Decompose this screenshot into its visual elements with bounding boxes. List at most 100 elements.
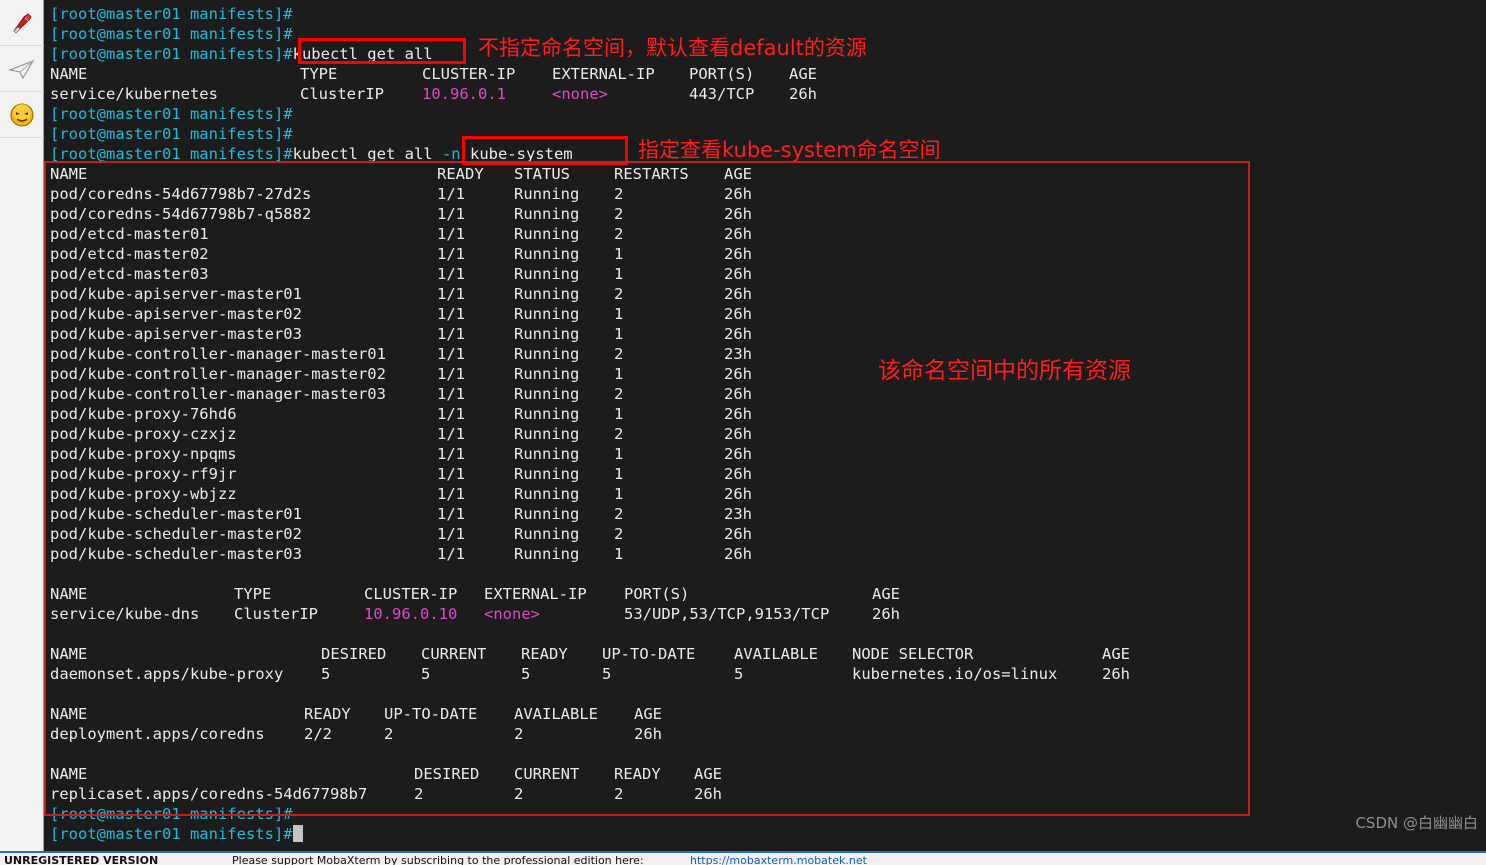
col-ready: READY bbox=[437, 165, 484, 183]
deployment-header-uptodate: UP-TO-DATE bbox=[384, 704, 477, 724]
terminal-line: [root@master01 manifests]# bbox=[50, 4, 293, 24]
prompt-hash: # bbox=[283, 105, 293, 123]
pod-restarts: 1 bbox=[614, 405, 624, 423]
col-ports: PORT(S) bbox=[624, 585, 690, 603]
service-external-ip: <none> bbox=[552, 85, 608, 103]
service-header-type: TYPE bbox=[234, 584, 271, 604]
table-row: 2 bbox=[614, 504, 623, 524]
pod-name: pod/kube-proxy-czxjz bbox=[50, 425, 237, 443]
col-name: NAME bbox=[50, 585, 88, 603]
service-row-type: ClusterIP bbox=[234, 604, 318, 624]
col-cluster-ip: CLUSTER-IP bbox=[364, 585, 458, 603]
col-age: AGE bbox=[789, 65, 817, 83]
replicaset-name: replicaset.apps/coredns-54d67798b7 bbox=[50, 785, 368, 803]
table-row: pod/kube-scheduler-master03 bbox=[50, 544, 302, 564]
table-row: 1/1 bbox=[437, 484, 465, 504]
replicaset-row-desired: 2 bbox=[414, 784, 423, 804]
prompt-hash: # bbox=[283, 45, 293, 63]
pod-name: pod/kube-proxy-76hd6 bbox=[50, 405, 237, 423]
deployment-name: deployment.apps/coredns bbox=[50, 725, 265, 743]
command-kubectl-get-all: kubectl get all bbox=[292, 45, 433, 63]
pod-restarts: 2 bbox=[614, 205, 624, 223]
terminal-output[interactable]: [root@master01 manifests]# [root@master0… bbox=[44, 0, 1486, 851]
send-icon[interactable] bbox=[0, 46, 44, 92]
pod-ready: 1/1 bbox=[437, 225, 465, 243]
service-row-age: 26h bbox=[872, 604, 900, 624]
daemonset-row-name: daemonset.apps/kube-proxy bbox=[50, 664, 283, 684]
pod-restarts: 1 bbox=[614, 325, 624, 343]
col-external-ip: EXTERNAL-IP bbox=[484, 585, 587, 603]
daemonset-age: 26h bbox=[1102, 665, 1130, 683]
table-row: 1/1 bbox=[437, 404, 465, 424]
table-row: 1 bbox=[614, 244, 623, 264]
annotation-note-3: 该命名空间中的所有资源 bbox=[878, 358, 1131, 384]
table-row: 26h bbox=[724, 304, 752, 324]
table-row: pod/kube-scheduler-master01 bbox=[50, 504, 302, 524]
table-row: 1/1 bbox=[437, 344, 465, 364]
shell-prompt: [root@master01 manifests] bbox=[50, 825, 284, 843]
smiley-icon[interactable] bbox=[0, 92, 44, 138]
terminal-active-line[interactable]: [root@master01 manifests]# bbox=[50, 824, 303, 844]
terminal-line: [root@master01 manifests]# bbox=[50, 104, 293, 124]
table-row: Running bbox=[514, 224, 579, 244]
col-name: NAME bbox=[50, 65, 88, 83]
pod-age: 26h bbox=[724, 545, 752, 563]
pod-age: 26h bbox=[724, 325, 752, 343]
text-cursor bbox=[292, 825, 303, 842]
table-row: pod/coredns-54d67798b7-27d2s bbox=[50, 184, 311, 204]
table-row: Running bbox=[514, 524, 579, 544]
col-name: NAME bbox=[50, 765, 88, 783]
default-service-row: service/kubernetes bbox=[50, 84, 218, 104]
service-ports: 53/UDP,53/TCP,9153/TCP bbox=[624, 605, 830, 623]
table-row: 1 bbox=[614, 484, 623, 504]
table-row: Running bbox=[514, 204, 579, 224]
tools-icon[interactable] bbox=[0, 0, 44, 46]
pod-name: pod/kube-apiserver-master02 bbox=[50, 305, 302, 323]
terminal-line: [root@master01 manifests]# bbox=[50, 804, 293, 824]
default-service-header-clusterip: CLUSTER-IP bbox=[422, 64, 515, 84]
pod-name: pod/coredns-54d67798b7-q5882 bbox=[50, 205, 312, 223]
daemonset-header-uptodate: UP-TO-DATE bbox=[602, 644, 695, 664]
table-row: 2 bbox=[614, 424, 623, 444]
table-row: Running bbox=[514, 544, 579, 564]
daemonset-available: 5 bbox=[734, 665, 744, 683]
table-row: Running bbox=[514, 444, 579, 464]
pod-status: Running bbox=[514, 285, 580, 303]
pod-age: 26h bbox=[724, 425, 752, 443]
col-age: AGE bbox=[724, 165, 752, 183]
annotation-note-1: 不指定命名空间，默认查看default的资源 bbox=[478, 36, 867, 60]
table-row: 2 bbox=[614, 184, 623, 204]
table-row: 1 bbox=[614, 304, 623, 324]
table-row: pod/kube-scheduler-master02 bbox=[50, 524, 302, 544]
pod-name: pod/etcd-master02 bbox=[50, 245, 209, 263]
col-name: NAME bbox=[50, 705, 88, 723]
col-desired: DESIRED bbox=[414, 765, 480, 783]
replicaset-ready: 2 bbox=[614, 785, 624, 803]
replicaset-row-name: replicaset.apps/coredns-54d67798b7 bbox=[50, 784, 367, 804]
table-row: Running bbox=[514, 344, 579, 364]
pod-ready: 1/1 bbox=[437, 365, 465, 383]
shell-prompt: [root@master01 manifests] bbox=[50, 45, 284, 63]
table-row: 2 bbox=[614, 524, 623, 544]
table-row: 1/1 bbox=[437, 364, 465, 384]
col-type: TYPE bbox=[234, 585, 272, 603]
table-row: pod/etcd-master01 bbox=[50, 224, 209, 244]
pod-status: Running bbox=[514, 185, 580, 203]
table-row: pod/kube-proxy-czxjz bbox=[50, 424, 237, 444]
replicaset-age: 26h bbox=[694, 785, 722, 803]
col-available: AVAILABLE bbox=[734, 645, 818, 663]
pod-restarts: 2 bbox=[614, 385, 624, 403]
daemonset-row-uptodate: 5 bbox=[602, 664, 611, 684]
table-row: 26h bbox=[724, 264, 752, 284]
table-row: 26h bbox=[724, 384, 752, 404]
table-row: 26h bbox=[724, 444, 752, 464]
default-service-header-type: TYPE bbox=[300, 64, 337, 84]
pod-name: pod/kube-apiserver-master01 bbox=[50, 285, 302, 303]
pod-restarts: 2 bbox=[614, 285, 624, 303]
pod-ready: 1/1 bbox=[437, 345, 465, 363]
status-bar-link[interactable]: https://mobaxterm.mobatek.net bbox=[690, 854, 867, 865]
pod-status: Running bbox=[514, 345, 580, 363]
default-service-row-ports: 443/TCP bbox=[689, 84, 754, 104]
service-header-clusterip: CLUSTER-IP bbox=[364, 584, 457, 604]
col-up-to-date: UP-TO-DATE bbox=[602, 645, 696, 663]
